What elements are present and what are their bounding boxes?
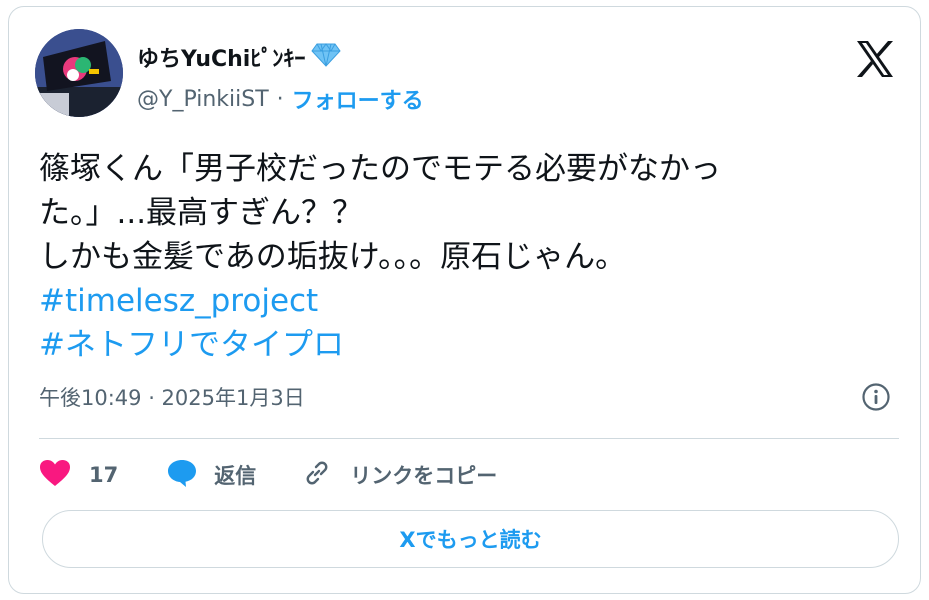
read-more-button[interactable]: Xでもっと読む [42,510,899,568]
display-name[interactable]: ゆちYuChiﾋﾟﾝｷｰ [137,41,305,73]
handle-row: @Y_PinkiiST · フォローする [137,83,424,115]
copy-link-button[interactable]: リンクをコピー [302,458,497,492]
hashtag-link[interactable]: #timelesz_project [39,279,899,323]
avatar-image [35,29,123,117]
info-icon[interactable] [861,382,891,412]
like-count: 17 [89,463,119,487]
divider [39,438,899,439]
hashtag-link[interactable]: #ネトフリでタイプロ [39,323,899,367]
tweet-card: ゆちYuChiﾋﾟﾝｷｰ @Y_PinkiiST · フォローする 篠塚くん「男… [8,6,921,594]
tweet-timestamp[interactable]: 午後10:49 · 2025年1月3日 [39,382,305,412]
follow-button[interactable]: フォローする [292,83,424,115]
diamond-icon [311,43,341,71]
copy-link-label: リンクをコピー [350,464,498,488]
x-logo-icon[interactable] [855,41,895,77]
tweet-line: 篠塚くん「男子校だったのでモテる必要がなかっ [39,151,721,187]
heart-icon [39,459,71,491]
action-bar: 17 返信 リンクをコピー [39,453,497,497]
tweet-line: た。」...最高すぎん？？ [39,195,364,231]
reply-label: 返信 [214,464,257,488]
reply-button[interactable]: 返信 [166,458,256,492]
user-handle[interactable]: @Y_PinkiiST [137,87,269,112]
name-row: ゆちYuChiﾋﾟﾝｷｰ [137,41,341,73]
speech-bubble-icon [166,458,198,492]
tweet-text: 篠塚くん「男子校だったのでモテる必要がなかっ た。」...最高すぎん？？ しかも… [39,147,899,367]
link-icon [302,458,332,492]
like-button[interactable]: 17 [39,459,118,491]
tweet-line: しかも金髪であの垢抜け。。。原石じゃん。 [39,239,627,275]
avatar[interactable] [35,29,123,117]
separator-dot: · [276,86,284,112]
